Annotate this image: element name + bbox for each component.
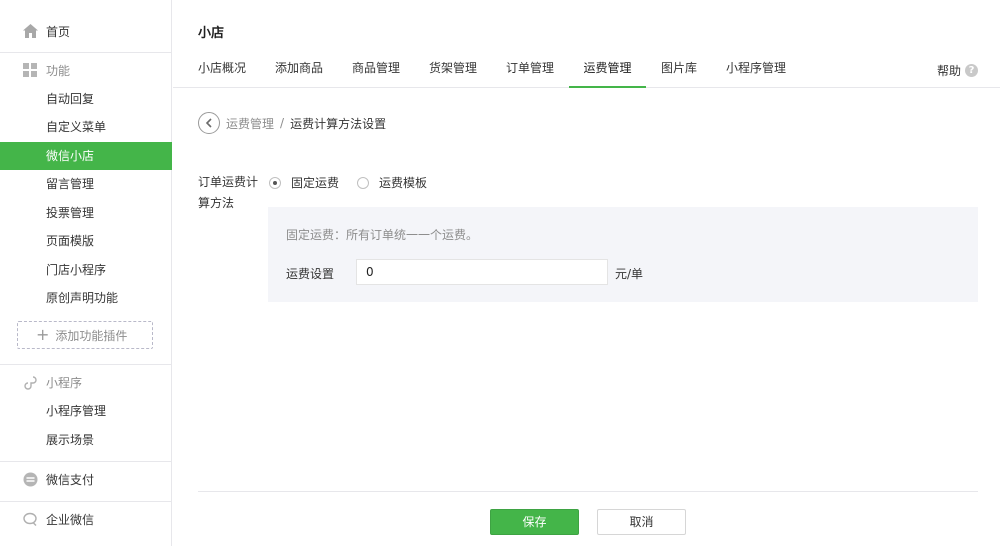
question-icon: ? <box>965 64 978 77</box>
sidebar-item-wechat-store[interactable]: 微信小店 <box>0 142 172 170</box>
breadcrumb: 运费管理 / 运费计算方法设置 <box>198 112 386 134</box>
chevron-left-icon <box>205 118 212 128</box>
main-content: 小店 小店概况 添加商品 商品管理 货架管理 订单管理 运费管理 图片库 小程序… <box>173 0 1000 546</box>
fixed-fee-description: 固定运费：所有订单统一一个运费。 <box>286 228 479 242</box>
sidebar-divider <box>0 461 172 462</box>
radio-checked-icon <box>269 176 281 189</box>
cancel-button[interactable]: 取消 <box>597 509 686 535</box>
help-link[interactable]: 帮助 ? <box>937 62 978 79</box>
save-button[interactable]: 保存 <box>490 509 579 535</box>
wallet-icon <box>22 471 38 487</box>
sidebar-divider <box>0 501 172 502</box>
radio-unchecked-icon <box>357 176 370 189</box>
radio-fixed-fee-label: 固定运费 <box>291 176 340 190</box>
tab-add-product[interactable]: 添加商品 <box>275 54 323 88</box>
grid-icon <box>22 62 38 78</box>
breadcrumb-separator: / <box>280 116 285 130</box>
fee-unit: 元/单 <box>615 267 644 281</box>
sidebar-divider <box>0 52 172 53</box>
help-label: 帮助 <box>936 64 961 78</box>
sidebar-item-miniprogram-manage[interactable]: 小程序管理 <box>0 397 172 425</box>
sidebar-item-home[interactable]: 首页 <box>0 19 172 43</box>
page-title: 小店 <box>198 26 225 41</box>
shipping-method-label: 订单运费计算方法 <box>198 175 259 210</box>
sidebar-item-comments[interactable]: 留言管理 <box>0 170 172 198</box>
link-icon <box>22 374 38 390</box>
home-icon <box>22 23 38 39</box>
chat-icon <box>22 511 38 527</box>
fee-setting-label: 运费设置 <box>286 267 335 281</box>
tab-bar: 小店概况 添加商品 商品管理 货架管理 订单管理 运费管理 图片库 小程序管理 <box>173 54 1000 88</box>
tab-shelf-manage[interactable]: 货架管理 <box>429 54 477 88</box>
sidebar-item-custom-menu[interactable]: 自定义菜单 <box>0 113 172 141</box>
sidebar-item-original-declaration[interactable]: 原创声明功能 <box>0 284 172 312</box>
tab-product-manage[interactable]: 商品管理 <box>352 54 400 88</box>
add-plugin-button[interactable]: + 添加功能插件 <box>17 321 153 349</box>
sidebar-group-miniprogram: 小程序 <box>0 370 172 394</box>
sidebar-item-votes[interactable]: 投票管理 <box>0 199 172 227</box>
sidebar-item-display-scenes[interactable]: 展示场景 <box>0 426 172 454</box>
breadcrumb-parent-link[interactable]: 运费管理 <box>226 115 274 132</box>
sidebar-wechat-pay-label: 微信支付 <box>46 472 95 487</box>
radio-fixed-fee[interactable]: 固定运费 <box>269 174 339 191</box>
shipping-method-options: 固定运费 运费模板 <box>269 174 445 191</box>
tab-miniprogram-manage[interactable]: 小程序管理 <box>726 54 786 88</box>
sidebar-features-label: 功能 <box>46 63 71 78</box>
sidebar-miniprogram-label: 小程序 <box>46 375 83 390</box>
sidebar-item-wechat-pay[interactable]: 微信支付 <box>0 467 172 491</box>
sidebar-item-page-templates[interactable]: 页面模版 <box>0 227 172 255</box>
sidebar-work-wechat-label: 企业微信 <box>46 512 95 527</box>
radio-fee-template-label: 运费模板 <box>379 176 428 190</box>
sidebar: 首页 功能 自动回复 自定义菜单 微信小店 留言管理 投票管理 页面模版 门店小… <box>0 0 172 546</box>
plus-icon: + <box>36 325 50 344</box>
tab-order-manage[interactable]: 订单管理 <box>506 54 554 88</box>
tab-shipping-manage[interactable]: 运费管理 <box>569 54 646 88</box>
radio-fee-template[interactable]: 运费模板 <box>357 174 427 191</box>
tab-image-library[interactable]: 图片库 <box>660 54 698 88</box>
fixed-fee-panel: 固定运费：所有订单统一一个运费。 运费设置 元/单 <box>268 207 978 302</box>
breadcrumb-current: 运费计算方法设置 <box>290 116 387 131</box>
fee-input[interactable] <box>356 259 608 285</box>
sidebar-item-work-wechat[interactable]: 企业微信 <box>0 507 172 531</box>
sidebar-divider <box>0 364 172 365</box>
sidebar-home-label: 首页 <box>46 24 71 39</box>
footer-divider <box>198 491 978 492</box>
sidebar-item-auto-reply[interactable]: 自动回复 <box>0 85 172 113</box>
add-plugin-label: 添加功能插件 <box>55 328 128 343</box>
sidebar-item-store-miniprogram[interactable]: 门店小程序 <box>0 256 172 284</box>
app-root: 首页 功能 自动回复 自定义菜单 微信小店 留言管理 投票管理 页面模版 门店小… <box>0 0 1000 546</box>
back-button[interactable] <box>198 112 220 134</box>
tab-store-overview[interactable]: 小店概况 <box>198 54 246 88</box>
sidebar-group-features: 功能 <box>0 58 172 82</box>
